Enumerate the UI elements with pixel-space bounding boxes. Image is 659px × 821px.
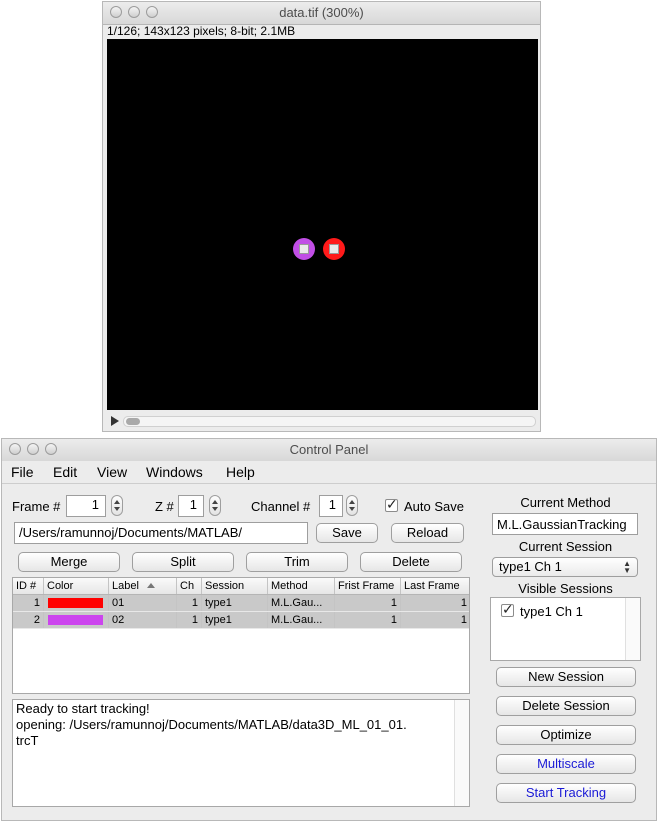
delete-button[interactable]: Delete — [360, 552, 462, 572]
cell-id: 1 — [13, 595, 44, 611]
frame-input[interactable]: 1 — [66, 495, 106, 517]
cell-color — [44, 612, 109, 628]
col-id[interactable]: ID # — [13, 578, 44, 594]
image-window-title: data.tif (300%) — [279, 5, 364, 20]
path-field[interactable]: /Users/ramunnoj/Documents/MATLAB/ — [14, 522, 308, 544]
track-color-swatch — [48, 615, 103, 625]
optimize-button[interactable]: Optimize — [496, 725, 636, 745]
cell-first-frame: 1 — [335, 612, 401, 628]
cell-ch: 1 — [177, 595, 202, 611]
cell-session: type1 — [202, 595, 268, 611]
visible-sessions-label: Visible Sessions — [518, 581, 613, 596]
log-line: opening: /Users/ramunnoj/Documents/MATLA… — [16, 717, 407, 732]
image-canvas[interactable] — [107, 39, 538, 410]
new-session-button[interactable]: New Session — [496, 667, 636, 687]
session-visible-checkbox[interactable] — [501, 601, 514, 618]
start-tracking-button[interactable]: Start Tracking — [496, 783, 636, 803]
cell-method: M.L.Gau... — [268, 595, 335, 611]
log-scrollbar[interactable] — [454, 700, 469, 806]
image-window-titlebar[interactable]: data.tif (300%) — [103, 2, 540, 25]
col-label-text: Label — [112, 580, 139, 592]
current-session-select[interactable]: type1 Ch 1 ▲ ▼ — [492, 557, 638, 577]
menu-bar: File Edit View Windows Help — [2, 461, 656, 484]
current-session-label: Current Session — [518, 539, 613, 554]
channel-input[interactable]: 1 — [319, 495, 343, 517]
tracked-spot-01[interactable] — [323, 238, 345, 260]
save-button[interactable]: Save — [316, 523, 378, 543]
channel-stepper[interactable] — [346, 495, 358, 516]
control-panel-window: Control Panel File Edit View Windows Hel… — [1, 438, 657, 821]
reload-button[interactable]: Reload — [391, 523, 464, 543]
menu-file[interactable]: File — [11, 464, 34, 480]
current-method-field[interactable]: M.L.GaussianTracking — [492, 513, 638, 535]
sort-ascending-icon — [147, 583, 155, 588]
log-line: trcT — [16, 733, 39, 748]
auto-save-label: Auto Save — [404, 499, 464, 514]
col-label[interactable]: Label — [109, 578, 177, 594]
col-color[interactable]: Color — [44, 578, 109, 594]
col-first-frame[interactable]: Frist Frame — [335, 578, 401, 594]
control-panel-title: Control Panel — [289, 442, 369, 457]
z-stepper[interactable] — [209, 495, 221, 516]
cell-ch: 1 — [177, 612, 202, 628]
cell-first-frame: 1 — [335, 595, 401, 611]
spot-center — [299, 244, 309, 254]
table-header: ID # Color Label Ch Session Method Frist… — [13, 578, 469, 595]
track-color-swatch — [48, 598, 103, 608]
image-window: data.tif (300%) 1/126; 143x123 pixels; 8… — [102, 1, 541, 432]
current-session-value: type1 Ch 1 — [499, 559, 562, 574]
select-arrows-icon: ▲ ▼ — [623, 559, 631, 575]
play-icon[interactable] — [111, 416, 119, 426]
cell-label: 01 — [109, 595, 177, 611]
menu-help[interactable]: Help — [226, 464, 255, 480]
auto-save-checkbox[interactable] — [385, 496, 398, 513]
visible-session-item[interactable]: type1 Ch 1 — [520, 604, 583, 619]
image-info: 1/126; 143x123 pixels; 8-bit; 2.1MB — [107, 24, 296, 38]
log-console[interactable]: Ready to start tracking! opening: /Users… — [12, 699, 470, 807]
frame-scrollbar[interactable] — [107, 414, 538, 428]
table-row[interactable]: 2 02 1 type1 M.L.Gau... 1 1 — [13, 612, 469, 629]
frame-slider-track[interactable] — [123, 416, 536, 427]
log-line: Ready to start tracking! — [16, 701, 150, 716]
current-method-label: Current Method — [520, 495, 611, 510]
cell-method: M.L.Gau... — [268, 612, 335, 628]
cell-color — [44, 595, 109, 611]
visible-sessions-scrollbar[interactable] — [625, 598, 640, 660]
table-row[interactable]: 1 01 1 type1 M.L.Gau... 1 1 — [13, 595, 469, 612]
cell-id: 2 — [13, 612, 44, 628]
menu-windows[interactable]: Windows — [146, 464, 203, 480]
delete-session-button[interactable]: Delete Session — [496, 696, 636, 716]
channel-label: Channel # — [251, 499, 311, 514]
cell-last-frame: 1 — [401, 595, 469, 611]
frame-label: Frame # — [12, 499, 61, 514]
frame-stepper[interactable] — [111, 495, 123, 516]
col-ch[interactable]: Ch — [177, 578, 202, 594]
spot-center — [329, 244, 339, 254]
z-label: Z # — [155, 499, 174, 514]
multiscale-button[interactable]: Multiscale — [496, 754, 636, 774]
z-input[interactable]: 1 — [178, 495, 204, 517]
control-panel-titlebar[interactable]: Control Panel — [2, 439, 656, 462]
frame-slider-thumb[interactable] — [126, 418, 140, 425]
cell-last-frame: 1 — [401, 612, 469, 628]
merge-button[interactable]: Merge — [18, 552, 120, 572]
track-table: ID # Color Label Ch Session Method Frist… — [12, 577, 470, 694]
menu-view[interactable]: View — [97, 464, 127, 480]
visible-sessions-list: type1 Ch 1 — [490, 597, 641, 661]
col-session[interactable]: Session — [202, 578, 268, 594]
menu-edit[interactable]: Edit — [53, 464, 77, 480]
col-method[interactable]: Method — [268, 578, 335, 594]
cell-label: 02 — [109, 612, 177, 628]
trim-button[interactable]: Trim — [246, 552, 348, 572]
tracked-spot-02[interactable] — [293, 238, 315, 260]
col-last-frame[interactable]: Last Frame — [401, 578, 469, 594]
cell-session: type1 — [202, 612, 268, 628]
split-button[interactable]: Split — [132, 552, 234, 572]
